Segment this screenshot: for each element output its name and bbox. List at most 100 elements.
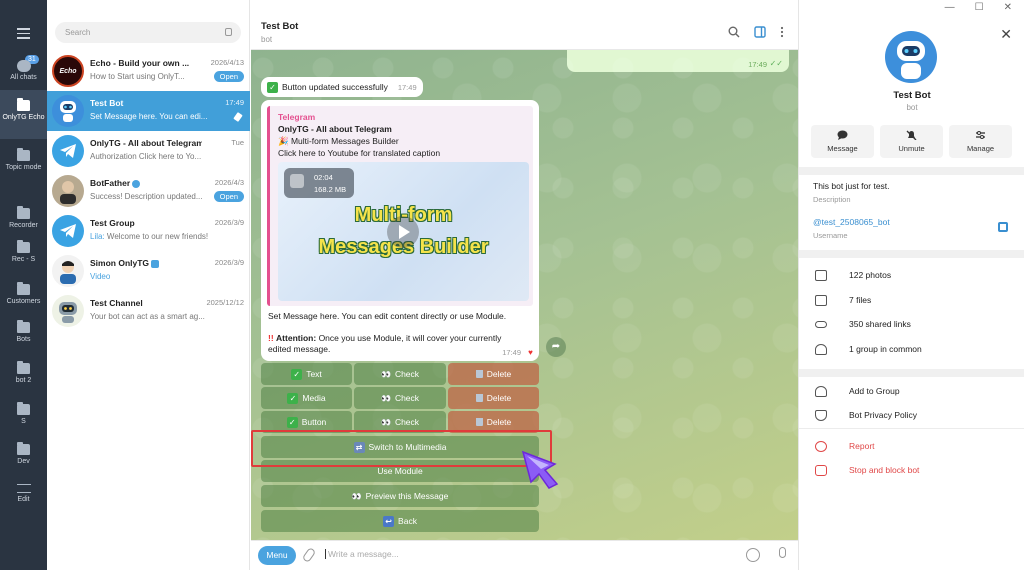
privacy-policy-row[interactable]: Bot Privacy Policy <box>815 408 917 422</box>
report-row[interactable]: Report <box>815 439 875 453</box>
more-vertical-icon[interactable] <box>776 26 788 38</box>
bot-description: This bot just for test. <box>813 181 890 191</box>
person-icon <box>60 261 76 284</box>
profile-subtitle: bot <box>906 103 918 112</box>
window-close-button[interactable]: ✕ <box>1004 2 1012 16</box>
notice-message: ✓ Button updated successfully 17:49 <box>261 77 423 97</box>
profile-avatar[interactable] <box>885 31 937 83</box>
close-icon[interactable]: ✕ <box>1000 26 1012 43</box>
chat-name: BotFather <box>90 178 202 188</box>
chat-row-echo[interactable]: Echo Echo - Build your own ... 2026/4/13… <box>47 51 250 91</box>
bot-menu-button[interactable]: Menu <box>258 546 296 565</box>
chat-date: 2026/3/9 <box>214 258 244 267</box>
chat-row-test-bot[interactable]: Test Bot 17:49 Set Message here. You can… <box>47 91 250 131</box>
username-label: Username <box>813 231 848 240</box>
toggle-text-button[interactable]: ✓ Text <box>261 363 352 385</box>
delete-text-button[interactable]: Delete <box>448 363 539 385</box>
person-icon <box>60 181 76 204</box>
share-icon[interactable]: ➦ <box>546 337 566 357</box>
conversation-title: Test Bot <box>261 21 299 32</box>
folder-bots[interactable]: Bots <box>0 320 47 344</box>
open-button[interactable]: Open <box>213 191 244 202</box>
check-text-button[interactable]: 👀 Check <box>354 363 446 385</box>
folder-customers[interactable]: Customers <box>0 282 47 306</box>
chat-row-botfather[interactable]: BotFather 2026/4/3 Success! Description … <box>47 171 250 211</box>
preview-message-button[interactable]: 👀 Preview this Message <box>261 485 539 507</box>
folder-label: Recorder <box>9 222 38 229</box>
chat-preview: Video <box>90 272 111 281</box>
chat-row-simon[interactable]: Simon OnlyTG 2026/3/9 Video <box>47 251 250 291</box>
qr-code-icon[interactable] <box>998 222 1008 232</box>
stop-block-row[interactable]: Stop and block bot <box>815 463 919 477</box>
link-preview[interactable]: Telegram OnlyTG - All about Telegram 🎉 M… <box>267 106 533 306</box>
links-row[interactable]: 350 shared links <box>815 317 911 331</box>
telegram-badge-icon <box>151 259 160 268</box>
folder-icon <box>17 402 30 415</box>
folder-icon <box>17 442 30 455</box>
maximize-button[interactable]: ☐ <box>975 2 984 16</box>
video-thumbnail[interactable]: 02:04 168.2 MB Multi-form Messages Build… <box>278 162 529 301</box>
chat-row-test-group[interactable]: Test Group 2026/3/9 Lila: Welcome to our… <box>47 211 250 251</box>
check-media-button[interactable]: 👀 Check <box>354 387 446 409</box>
folder-bot-2[interactable]: bot 2 <box>0 361 47 385</box>
notice-text: Button updated successfully <box>282 82 388 92</box>
avatar: Echo <box>52 55 84 87</box>
files-row[interactable]: 7 files <box>815 293 871 307</box>
search-input[interactable]: Search <box>55 22 241 43</box>
eyes-icon: 👀 <box>380 417 391 427</box>
heart-reaction-icon[interactable]: ♥ <box>525 347 536 358</box>
folder-rec-s[interactable]: Rec - S <box>0 240 47 264</box>
photos-row[interactable]: 122 photos <box>815 268 891 282</box>
chat-preview: Authorization Click here to Yo... <box>90 152 202 161</box>
add-to-group-row[interactable]: Add to Group <box>815 384 900 398</box>
folder-all-chats[interactable]: All chats <box>0 60 47 82</box>
chat-row-onlytg[interactable]: OnlyTG - All about Telegram Tue Authoriz… <box>47 131 250 171</box>
message-time: 17:49 <box>397 82 417 92</box>
search-icon[interactable] <box>728 26 740 38</box>
folder-icon <box>17 206 30 219</box>
chat-row-test-channel[interactable]: Test Channel 2025/12/12 Your bot can act… <box>47 291 250 331</box>
lock-icon[interactable] <box>225 28 232 36</box>
groups-row[interactable]: 1 group in common <box>815 342 922 356</box>
message-input[interactable]: Write a message... <box>325 549 399 559</box>
sidebar-toggle-icon[interactable] <box>754 26 766 38</box>
folder-topic-mode[interactable]: Topic mode <box>0 148 47 172</box>
back-button[interactable]: ↩ Back <box>261 510 539 532</box>
folder-dev[interactable]: Dev <box>0 442 47 466</box>
preview-site: Telegram <box>278 112 316 122</box>
minimize-button[interactable]: — <box>945 2 955 16</box>
telegram-icon <box>60 144 76 158</box>
manage-action-button[interactable]: Manage <box>949 125 1012 158</box>
microphone-icon[interactable] <box>779 547 786 558</box>
chat-name: Simon OnlyTG <box>90 258 202 268</box>
open-button[interactable]: Open <box>213 71 244 82</box>
message-action-button[interactable]: Message <box>811 125 874 158</box>
play-icon[interactable] <box>387 216 419 248</box>
hamburger-menu-icon[interactable] <box>17 28 30 42</box>
folder-s[interactable]: S <box>0 402 47 426</box>
bot-icon <box>17 320 30 333</box>
search-placeholder: Search <box>65 28 91 37</box>
attach-icon[interactable] <box>301 546 317 564</box>
emoji-icon[interactable] <box>746 548 760 562</box>
unmute-action-button[interactable]: Unmute <box>880 125 943 158</box>
bot-username[interactable]: @test_2508065_bot <box>813 217 890 227</box>
message-time: 17:49 <box>748 60 767 69</box>
conversation-subtitle: bot <box>261 35 273 44</box>
chat-area: 17:49 ✓✓ ✓ Button updated successfully 1… <box>251 50 798 540</box>
telegram-icon <box>60 224 76 238</box>
conversation-header[interactable]: Test Bot bot <box>251 16 798 50</box>
download-icon[interactable] <box>290 174 304 188</box>
message-icon <box>837 130 848 140</box>
shield-icon <box>815 409 827 421</box>
preview-sender: Lila: <box>90 232 105 241</box>
folder-recorder[interactable]: Recorder <box>0 206 47 230</box>
divider <box>799 369 1024 377</box>
folder-sidebar: 31 All chats OnlyTG Echo Topic mode Reco… <box>0 0 47 570</box>
folder-onlytg-echo[interactable]: OnlyTG Echo <box>0 90 47 139</box>
delete-media-button[interactable]: Delete <box>448 387 539 409</box>
folder-edit[interactable]: Edit <box>0 484 47 504</box>
chat-name: Echo - Build your own ... <box>90 58 190 68</box>
outgoing-message: 17:49 ✓✓ <box>567 50 789 72</box>
toggle-media-button[interactable]: ✓ Media <box>261 387 352 409</box>
